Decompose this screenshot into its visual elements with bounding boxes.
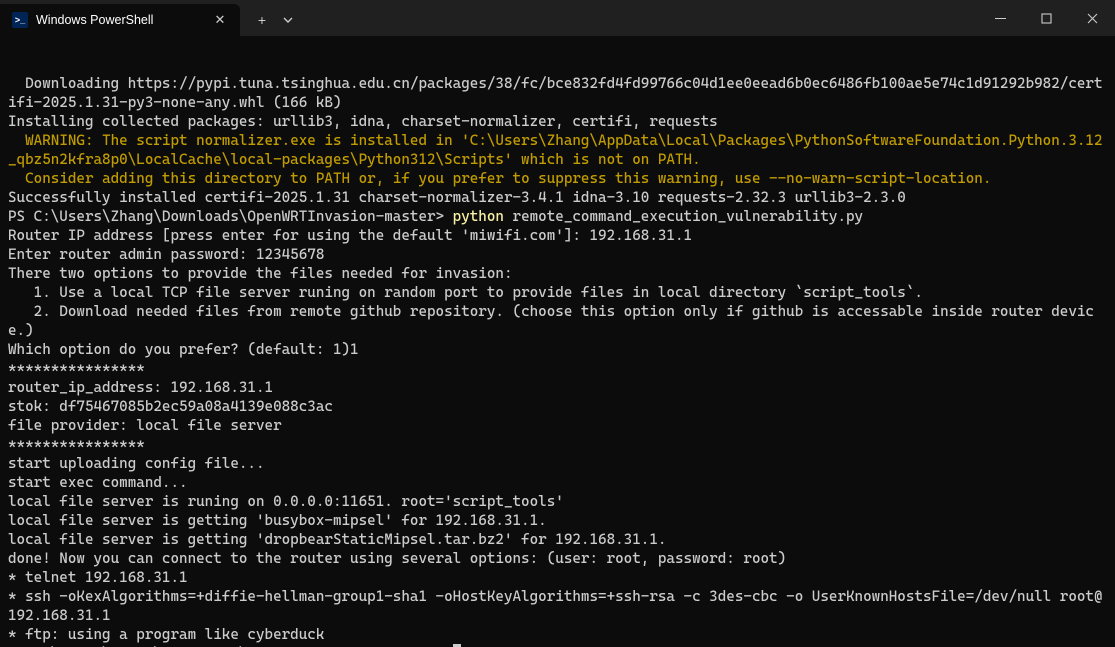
command-args: remote_command_execution_vulnerability.p…	[504, 208, 863, 225]
output-line: local file server is getting 'busybox-mi…	[8, 511, 1107, 530]
output-line: router_ip_address: 192.168.31.1	[8, 378, 1107, 397]
output-line: start exec command...	[8, 473, 1107, 492]
prompt-line: PS C:\Users\Zhang\Downloads\OpenWRTInvas…	[8, 207, 1107, 226]
output-line: ****************	[8, 435, 1107, 454]
maximize-button[interactable]	[1023, 0, 1069, 36]
output-line: 1. Use a local TCP file server runing on…	[8, 283, 1107, 302]
prompt-text: PS C:\Users\Zhang\Downloads\OpenWRTInvas…	[8, 208, 453, 225]
powershell-icon: >_	[12, 12, 28, 28]
tab-powershell[interactable]: >_ Windows PowerShell ✕	[0, 4, 240, 36]
output-line: Router IP address [press enter for using…	[8, 226, 1107, 245]
output-line: start uploading config file...	[8, 454, 1107, 473]
tab-dropdown-button[interactable]	[278, 4, 298, 36]
close-button[interactable]	[1069, 0, 1115, 36]
output-line: Installing collected packages: urllib3, …	[8, 112, 1107, 131]
output-line: * telnet 192.168.31.1	[8, 568, 1107, 587]
output-line	[8, 55, 1107, 74]
output-line: local file server is getting 'dropbearSt…	[8, 530, 1107, 549]
warning-line: WARNING: The script normalizer.exe is in…	[8, 131, 1107, 169]
minimize-button[interactable]	[977, 0, 1023, 36]
output-line: done! Now you can connect to the router …	[8, 549, 1107, 568]
output-line: 2. Download needed files from remote git…	[8, 302, 1107, 340]
output-line: ****************	[8, 359, 1107, 378]
output-line: Enter router admin password: 12345678	[8, 245, 1107, 264]
command-executable: python	[453, 208, 504, 225]
output-line: Downloading https://pypi.tuna.tsinghua.e…	[8, 74, 1107, 112]
tab-close-button[interactable]: ✕	[210, 10, 230, 30]
warning-line: Consider adding this directory to PATH o…	[8, 169, 1107, 188]
window-controls	[977, 0, 1115, 36]
terminal-output[interactable]: Downloading https://pypi.tuna.tsinghua.e…	[0, 36, 1115, 647]
output-line: There two options to provide the files n…	[8, 264, 1107, 283]
tab-title: Windows PowerShell	[36, 13, 202, 27]
output-line: * ftp: using a program like cyberduck	[8, 625, 1107, 644]
output-line: * ssh -oKexAlgorithms=+diffie-hellman-gr…	[8, 587, 1107, 625]
tab-actions: +	[240, 4, 298, 36]
output-line: stok: df75467085b2ec59a08a4139e088c3ac	[8, 397, 1107, 416]
output-line: Successfully installed certifi-2025.1.31…	[8, 188, 1107, 207]
output-line: local file server is runing on 0.0.0.0:1…	[8, 492, 1107, 511]
output-line: Which option do you prefer? (default: 1)…	[8, 340, 1107, 359]
titlebar: >_ Windows PowerShell ✕ +	[0, 0, 1115, 36]
new-tab-button[interactable]: +	[246, 4, 278, 36]
output-line: file provider: local file server	[8, 416, 1107, 435]
